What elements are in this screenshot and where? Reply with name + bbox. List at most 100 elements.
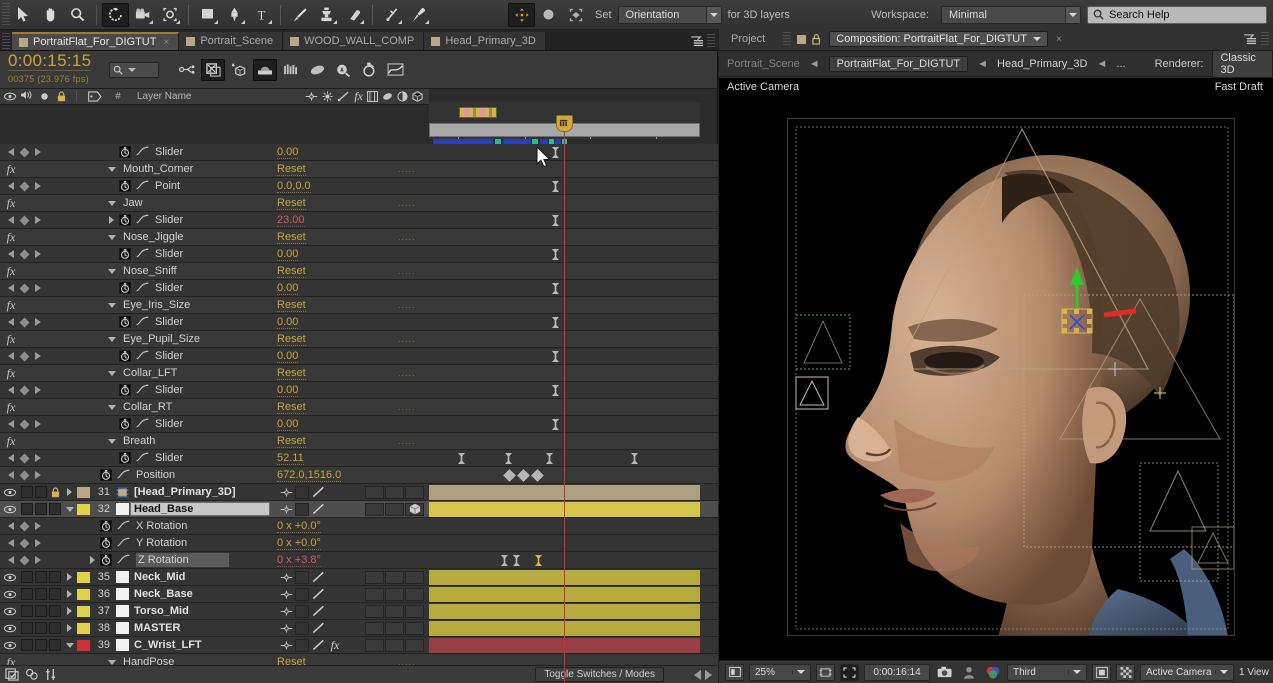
keyframe-marker[interactable] — [552, 181, 559, 192]
graph-icon[interactable] — [117, 554, 130, 567]
keyframe-marker[interactable] — [501, 555, 508, 566]
frame-blend-switch[interactable] — [365, 502, 384, 516]
graph-icon[interactable] — [136, 384, 149, 397]
text-tool[interactable]: T — [248, 3, 275, 27]
layer-row[interactable]: 31 [Head_Primary_3D] — [0, 484, 718, 501]
reset-link[interactable]: Reset — [277, 299, 306, 312]
draft-3d-icon[interactable] — [201, 58, 226, 81]
solo-toggle[interactable] — [34, 603, 48, 620]
fx-icon[interactable]: fx — [0, 230, 22, 245]
fx-icon[interactable]: fx — [0, 298, 22, 313]
previous-keyframe-icon[interactable] — [8, 522, 14, 530]
stopwatch-icon[interactable] — [119, 146, 131, 158]
layer-color-swatch[interactable] — [77, 639, 90, 651]
layer-disclosure-icon[interactable] — [62, 590, 77, 598]
stopwatch-icon[interactable] — [119, 384, 131, 396]
video-toggle-icon[interactable] — [0, 590, 20, 599]
tabstrip-grip-right[interactable] — [707, 34, 715, 48]
graph-icon[interactable] — [136, 214, 149, 227]
reset-link[interactable]: Reset — [277, 231, 306, 244]
keyframe-marker[interactable] — [552, 215, 559, 226]
frame-blend-switch[interactable] — [365, 570, 384, 584]
graph-icon[interactable] — [136, 248, 149, 261]
audio-toggle[interactable] — [20, 484, 34, 501]
property-row[interactable]: Y Rotation 0 x +0.0° — [0, 535, 718, 552]
disclosure-triangle-icon[interactable] — [108, 234, 116, 240]
property-row[interactable]: Z Rotation 0 x +3.8° — [0, 552, 718, 569]
property-name[interactable]: Slider — [155, 248, 183, 260]
close-icon[interactable]: × — [163, 37, 169, 48]
stopwatch-icon[interactable] — [119, 248, 131, 260]
tab-portraitflat-for-digtut[interactable]: PortraitFlat_For_DIGTUT × — [12, 32, 180, 50]
layer-row[interactable]: 36 Neck_Base — [0, 586, 718, 603]
current-timecode[interactable]: 0:00:15:15 — [8, 52, 91, 69]
property-row[interactable]: Slider 0.00 — [0, 314, 718, 331]
frame-blend-switch[interactable] — [365, 604, 384, 618]
layer-name[interactable]: MASTER — [134, 622, 180, 634]
layer-row[interactable]: 38 MASTER — [0, 620, 718, 637]
effect-row[interactable]: fx Collar_RT Reset ..... — [0, 399, 718, 416]
graph-icon[interactable] — [136, 350, 149, 363]
previous-keyframe-icon[interactable] — [8, 471, 14, 479]
audio-toggle[interactable] — [20, 637, 34, 654]
property-row[interactable]: Slider 0.00 — [0, 382, 718, 399]
previous-keyframe-icon[interactable] — [8, 539, 14, 547]
keyframe-nav[interactable] — [0, 521, 58, 531]
breadcrumb-item-2[interactable]: Head_Primary_3D — [997, 58, 1087, 70]
previous-keyframe-icon[interactable] — [8, 352, 14, 360]
fx-icon[interactable]: fx — [0, 332, 22, 347]
zoom-level-dropdown[interactable]: 25% — [749, 663, 811, 681]
clone-stamp-tool[interactable] — [313, 3, 340, 27]
property-name[interactable]: Z Rotation — [136, 553, 229, 567]
stopwatch-icon[interactable] — [119, 452, 131, 464]
work-area-marker[interactable] — [459, 107, 497, 118]
keyframe-nav[interactable] — [0, 181, 58, 191]
puppet-pin-tool[interactable] — [405, 3, 432, 27]
property-row[interactable]: Position 672.0,1516.0 — [0, 467, 718, 484]
close-icon[interactable]: × — [1056, 34, 1062, 45]
composition-button-icon[interactable] — [5, 668, 19, 681]
add-keyframe-icon[interactable] — [19, 538, 30, 548]
camera-tool[interactable] — [129, 3, 156, 27]
solo-toggle[interactable] — [34, 586, 48, 603]
add-keyframe-icon[interactable] — [19, 453, 30, 463]
previous-keyframe-icon[interactable] — [8, 556, 14, 564]
add-keyframe-icon[interactable] — [19, 385, 30, 395]
keyframe-nav[interactable] — [0, 419, 58, 429]
threed-layer-switch[interactable] — [405, 604, 424, 618]
lock-toggle[interactable] — [48, 484, 62, 501]
lock-toggle[interactable] — [48, 603, 62, 620]
video-toggle-icon[interactable] — [0, 505, 20, 514]
layer-row[interactable]: 35 Neck_Mid — [0, 569, 718, 586]
disclosure-triangle-icon[interactable] — [108, 404, 116, 410]
threed-layer-switch[interactable] — [405, 485, 424, 499]
roto-brush-tool[interactable] — [378, 3, 405, 27]
stopwatch-icon[interactable] — [100, 469, 112, 481]
previous-keyframe-icon[interactable] — [8, 182, 14, 190]
graph-icon[interactable] — [136, 282, 149, 295]
brush-tool[interactable] — [286, 3, 313, 27]
add-keyframe-icon[interactable] — [19, 215, 30, 225]
add-keyframe-icon[interactable] — [19, 470, 30, 480]
lock-toggle[interactable] — [48, 620, 62, 637]
effect-row[interactable]: fx Eye_Pupil_Size Reset ..... — [0, 331, 718, 348]
layer-disclosure-icon[interactable] — [62, 642, 77, 648]
property-row[interactable]: Slider 0.00 — [0, 246, 718, 263]
keyframe-marker[interactable] — [546, 453, 553, 464]
keyframe-marker[interactable] — [552, 283, 559, 294]
property-value[interactable]: 0.00 — [277, 316, 299, 329]
orientation-dropdown[interactable]: Orientation — [617, 5, 722, 24]
shape-tool[interactable] — [194, 3, 221, 27]
add-keyframe-icon[interactable] — [19, 147, 30, 157]
reset-link[interactable]: Reset — [277, 265, 306, 278]
next-keyframe-icon[interactable] — [35, 471, 41, 479]
motion-blur-switch[interactable] — [385, 638, 404, 652]
property-row[interactable]: Slider 0.00 — [0, 416, 718, 433]
keyframe-marker[interactable] — [552, 385, 559, 396]
layer-color-swatch[interactable] — [77, 588, 90, 600]
selection-tool[interactable] — [10, 3, 37, 27]
add-keyframe-icon[interactable] — [19, 181, 30, 191]
graph-editor-toggle-icon[interactable] — [305, 59, 329, 81]
add-keyframe-icon[interactable] — [19, 351, 30, 361]
effect-row[interactable]: fx Eye_Iris_Size Reset ..... — [0, 297, 718, 314]
